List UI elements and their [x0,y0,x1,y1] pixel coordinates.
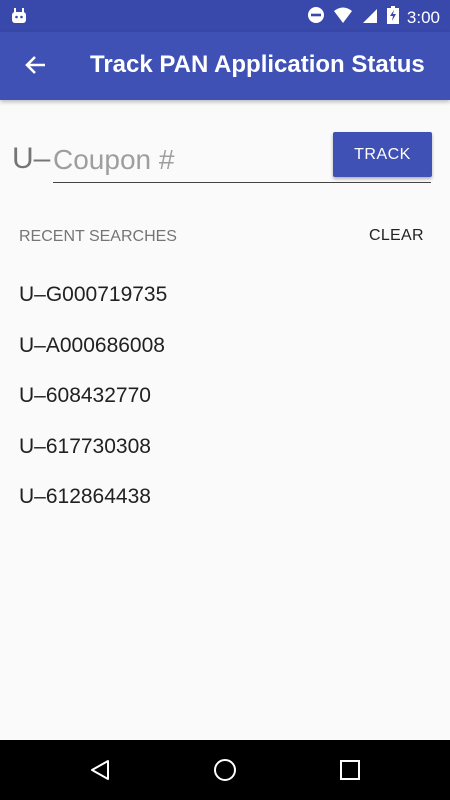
page-title: Track PAN Application Status [90,51,425,78]
recent-searches-list: U–G000719735 U–A000686008 U–608432770 U–… [19,282,167,535]
nav-home-icon[interactable] [213,758,237,787]
battery-charging-icon [386,6,399,29]
android-icon [10,7,28,30]
status-time: 3:00 [406,7,440,27]
list-item[interactable]: U–612864438 [19,484,167,535]
arrow-back-icon [24,55,46,80]
recent-searches-header: RECENT SEARCHES [19,228,177,245]
track-button[interactable]: TRACK [333,132,432,177]
wifi-icon [333,6,353,29]
list-item[interactable]: U–G000719735 [19,282,167,333]
list-item[interactable]: U–617730308 [19,434,167,485]
back-button[interactable] [18,50,52,84]
status-bar: 3:00 [0,0,450,32]
do-not-disturb-icon [307,6,325,29]
nav-recents-icon[interactable] [338,758,362,787]
coupon-prefix: U– [12,142,51,175]
clear-button[interactable]: CLEAR [369,227,424,245]
nav-back-icon[interactable] [88,758,112,787]
list-item[interactable]: U–608432770 [19,383,167,434]
list-item[interactable]: U–A000686008 [19,333,167,384]
app-bar: Track PAN Application Status [0,32,450,100]
cell-signal-icon [361,6,379,29]
navigation-bar [0,740,450,800]
